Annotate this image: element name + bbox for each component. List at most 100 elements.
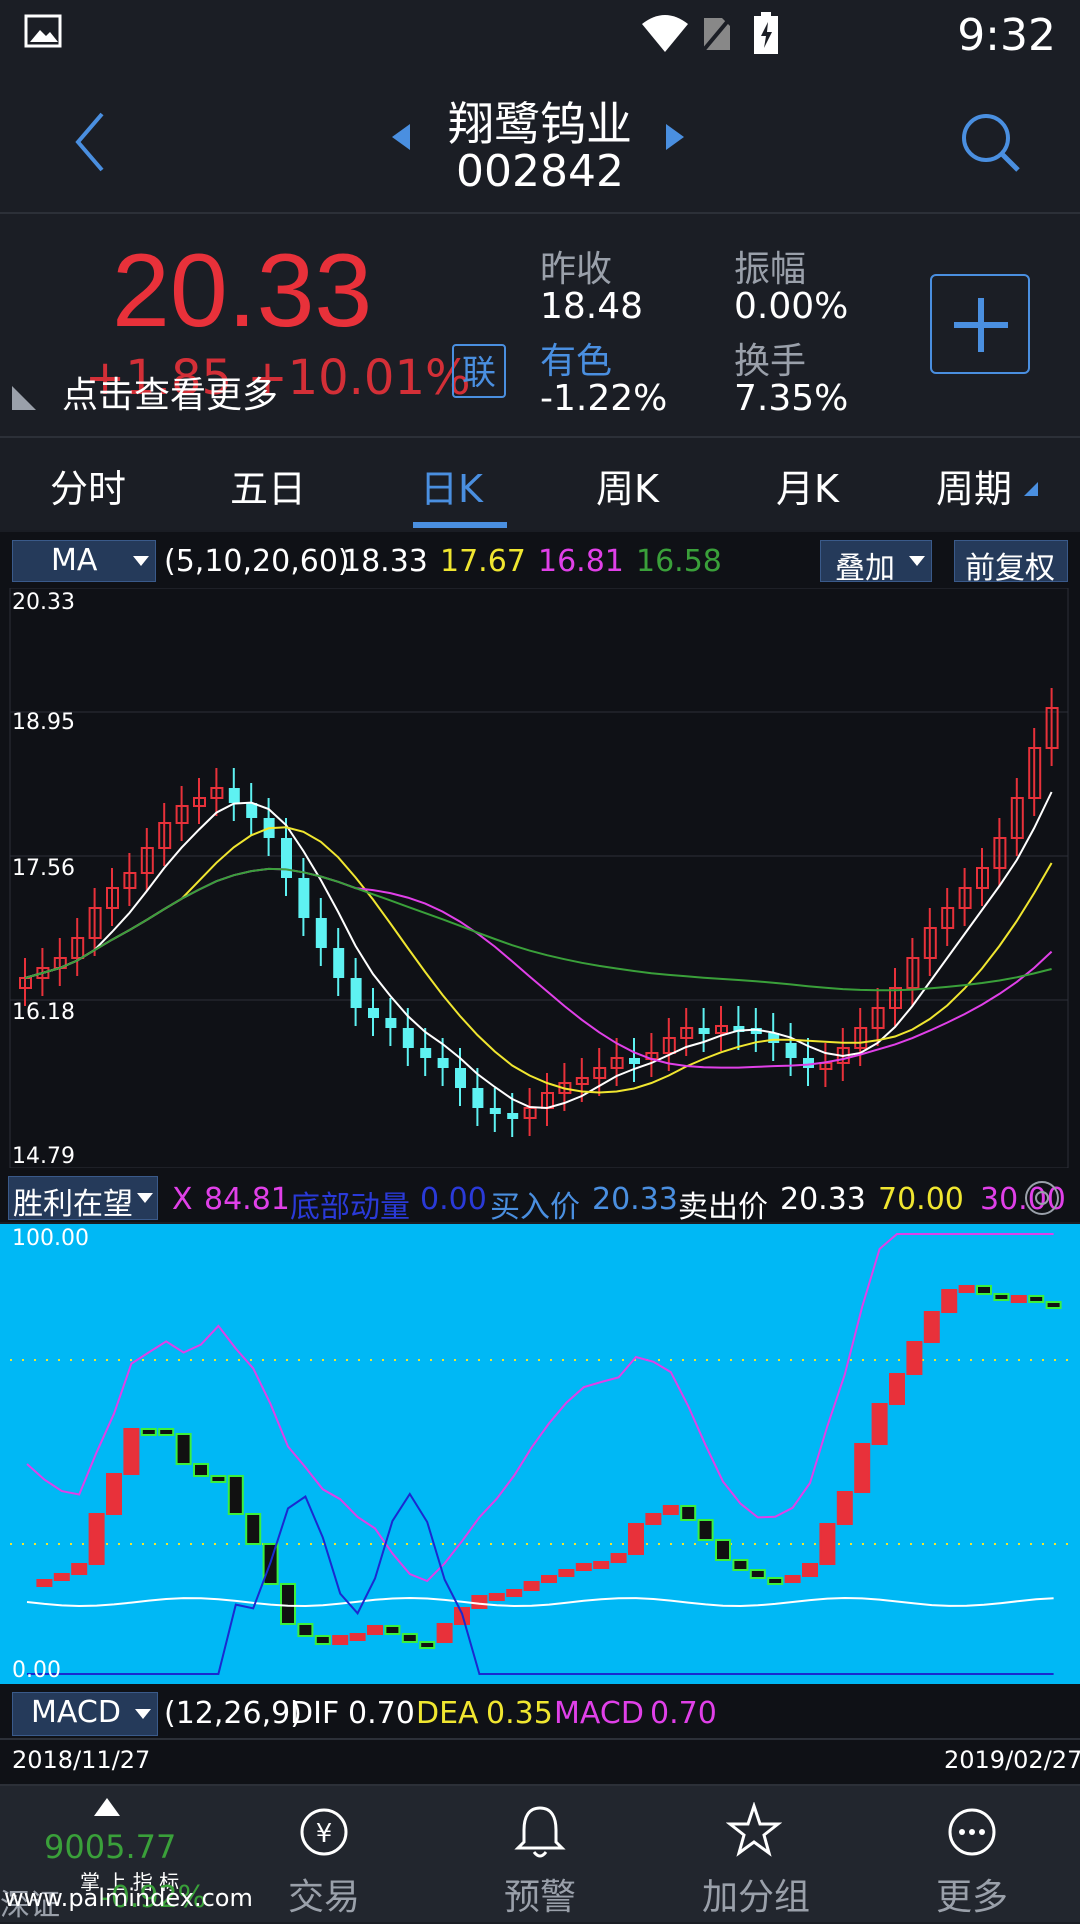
sector-label[interactable]: 有色 [540, 332, 612, 384]
sub-candle [471, 1595, 488, 1609]
expand-corner-icon[interactable] [12, 386, 36, 410]
sub-candle [210, 1475, 227, 1483]
ma-params: (5,10,20,60) [164, 544, 350, 579]
candle-body [420, 1048, 432, 1058]
sub-candle [523, 1581, 540, 1591]
tab-intraday[interactable]: 分时 [50, 458, 126, 513]
candle-body [350, 978, 362, 1008]
nav-more[interactable]: 更多 [872, 1868, 1072, 1920]
kline-svg[interactable] [0, 588, 1080, 1168]
prev-close-label: 昨收 [540, 249, 613, 290]
sell-price-label: 卖出价 [678, 1190, 768, 1225]
macd-indicator-select[interactable]: MACD [12, 1692, 158, 1736]
macd-params: (12,26,9) [164, 1696, 302, 1731]
sub-indicator-select[interactable]: 胜利在望 [8, 1176, 158, 1222]
amplitude-label: 振幅 [734, 249, 807, 290]
dropdown-icon [135, 1709, 151, 1719]
sub-candle [332, 1635, 349, 1645]
ma-indicator-select[interactable]: MA [12, 540, 156, 582]
macd-value: 0.70 [650, 1696, 717, 1731]
sub-candle [419, 1641, 436, 1649]
buy-price-label: 买入价 [490, 1190, 580, 1225]
sub-candle [401, 1633, 418, 1643]
add-watchlist-button[interactable] [930, 274, 1030, 374]
more-hint[interactable]: 点击查看更多 [62, 366, 278, 418]
ma5-value: 18.33 [342, 544, 428, 579]
tab-monthly-k[interactable]: 月K [776, 458, 839, 513]
more-icon[interactable] [944, 1804, 1000, 1860]
image-icon [24, 14, 62, 48]
stock-code: 002842 [456, 146, 624, 197]
sub-candle [836, 1491, 853, 1525]
sub-candle [767, 1577, 784, 1585]
indicator-settings-icon[interactable] [1022, 1178, 1062, 1218]
sub-candle [367, 1625, 383, 1635]
wifi-icon [642, 15, 688, 52]
bottom-momentum-value: 0.00 [420, 1182, 487, 1217]
turnover-label: 换手 [734, 341, 807, 382]
nav-trade[interactable]: 交易 [224, 1868, 424, 1920]
sub-candle [645, 1513, 662, 1525]
candle-body [281, 838, 292, 878]
tab-five-day[interactable]: 五日 [230, 458, 306, 513]
nav-alert[interactable]: 预警 [440, 1868, 640, 1920]
sub-candle [158, 1428, 175, 1436]
sub-candle [1010, 1295, 1027, 1303]
dropdown-icon [137, 1193, 153, 1203]
sub-candle [193, 1463, 209, 1477]
sub-candle [297, 1623, 314, 1637]
index-value[interactable]: 9005.77 [44, 1828, 176, 1866]
sub-candle [610, 1553, 627, 1563]
current-price: 20.33 [112, 233, 373, 349]
tab-period[interactable]: 周期 [936, 458, 1012, 513]
ma20-line [24, 867, 1053, 1069]
sub-indicator-label: 胜利在望 [13, 1187, 133, 1222]
quote-panel: 20.33 +1.85 +10.01% 点击查看更多 联 昨收 18.48 有色… [0, 214, 1080, 438]
amplitude-value: 0.00% [734, 286, 849, 327]
dif-label: DIF [290, 1696, 340, 1731]
sub-candle [88, 1513, 105, 1565]
watermark: www.palmindex.com [4, 1884, 253, 1912]
sub-candle [976, 1285, 992, 1295]
sub-candle [245, 1513, 262, 1545]
macd-indicator-label: MACD [31, 1695, 121, 1730]
dea-label: DEA [416, 1696, 479, 1731]
sub-candle [71, 1563, 88, 1575]
status-time: 9:32 [957, 10, 1056, 61]
tab-weekly-k[interactable]: 周K [596, 458, 659, 513]
svg-text:¥: ¥ [316, 1819, 333, 1849]
kline-ma-lines [24, 791, 1053, 1110]
expand-up-icon[interactable] [94, 1798, 120, 1816]
sub-axis-bottom: 0.00 [12, 1658, 61, 1683]
sub-candle [1045, 1301, 1062, 1309]
ma5-line [24, 791, 1053, 1110]
price-axis-top: 20.33 [12, 590, 75, 615]
sub-indicator-chart[interactable] [0, 1224, 1080, 1684]
overlay-select[interactable]: 叠加 [820, 540, 932, 586]
price-axis-4: 16.18 [12, 1000, 75, 1025]
bell-icon[interactable] [512, 1802, 568, 1862]
trade-icon[interactable]: ¥ [296, 1804, 352, 1860]
kline-candles [19, 688, 1059, 1137]
sub-candle [941, 1289, 958, 1313]
sub-axis-top: 100.00 [12, 1226, 89, 1251]
candle-body [698, 1028, 710, 1034]
dropdown-icon [133, 556, 149, 566]
candle-body [333, 948, 345, 978]
buy-price-value: 20.33 [592, 1182, 678, 1217]
sub-candle [123, 1428, 140, 1475]
star-icon[interactable] [726, 1802, 782, 1858]
search-icon[interactable] [958, 110, 1022, 174]
dea-value: 0.35 [486, 1696, 553, 1731]
adjust-button[interactable]: 前复权 [954, 540, 1068, 586]
price-axis-3: 17.56 [12, 856, 75, 881]
nav-add-group[interactable]: 加分组 [656, 1868, 856, 1920]
tab-daily-k[interactable]: 日K [420, 458, 483, 513]
next-stock-icon[interactable] [664, 122, 686, 152]
linkage-button[interactable]: 联 [452, 344, 506, 398]
sub-candle [802, 1563, 818, 1577]
sell-price-value: 20.33 [780, 1182, 866, 1217]
sub-candle [749, 1569, 766, 1579]
bottom-momentum-label: 底部动量 [290, 1190, 410, 1225]
candle-body [507, 1113, 519, 1119]
